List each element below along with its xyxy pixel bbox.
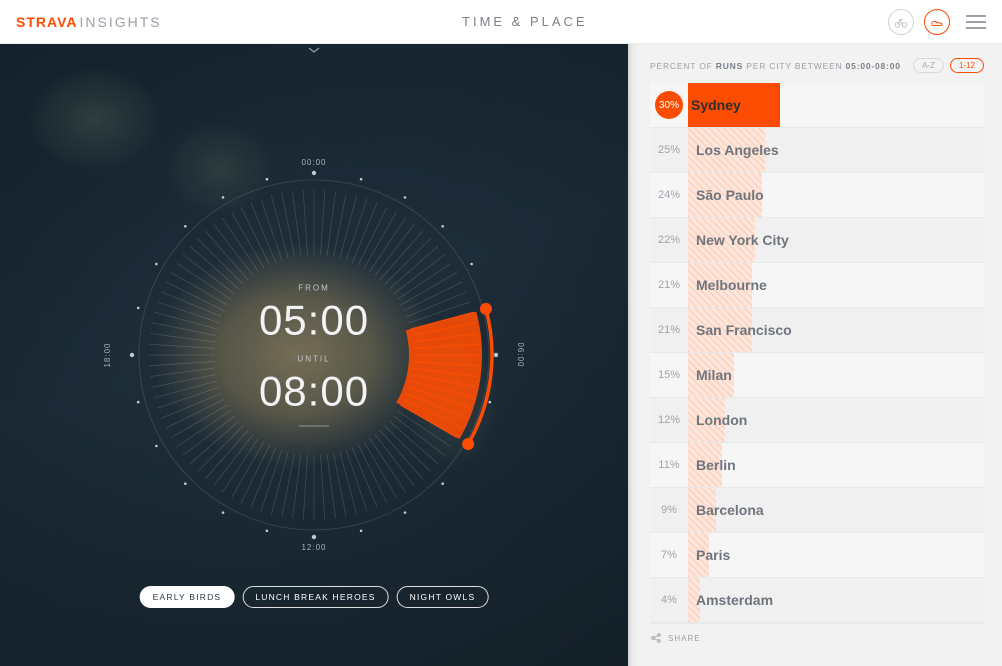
city-row[interactable]: 15% Milan (650, 353, 984, 398)
city-name: Sydney (691, 97, 741, 113)
city-percent: 21% (650, 279, 688, 291)
pill-early-birds[interactable]: EARLY BIRDS (140, 586, 235, 608)
city-percent: 21% (650, 324, 688, 336)
city-name: Los Angeles (696, 142, 779, 158)
sort-rank-button[interactable]: 1-12 (950, 58, 984, 73)
city-name: Milan (696, 367, 732, 383)
city-name: San Francisco (696, 322, 792, 338)
city-name: Amsterdam (696, 592, 773, 608)
center-divider (299, 426, 329, 427)
city-row[interactable]: 11% Berlin (650, 443, 984, 488)
city-name: Berlin (696, 457, 736, 473)
city-row[interactable]: 9% Barcelona (650, 488, 984, 533)
city-percent: 22% (650, 234, 688, 246)
city-row[interactable]: 24% São Paulo (650, 173, 984, 218)
time-dial[interactable]: 00:00 06:00 12:00 18:00 FROM 05:00 UNTIL… (119, 160, 509, 550)
share-button[interactable]: SHARE (650, 623, 984, 652)
panel-heading: PERCENT OF RUNS PER CITY BETWEEN 05:00-0… (650, 61, 901, 71)
chevron-down-icon (307, 46, 321, 54)
logo[interactable]: STRAVA INSIGHTS (16, 14, 162, 30)
city-row[interactable]: 21% San Francisco (650, 308, 984, 353)
city-percent: 11% (650, 459, 688, 471)
city-row[interactable]: 30% Sydney (650, 83, 984, 128)
city-name: New York City (696, 232, 789, 248)
from-label: FROM (259, 284, 369, 293)
city-list: 30% Sydney 25% Los Angeles 24% São Paulo 22% Ne… (650, 83, 984, 623)
menu-bar-icon (966, 15, 986, 17)
mode-running-button[interactable] (924, 9, 950, 35)
tick-00: 00:00 (301, 158, 326, 167)
city-name: Barcelona (696, 502, 764, 518)
tick-06: 06:00 (516, 342, 525, 367)
city-percent: 9% (650, 504, 688, 516)
city-name: London (696, 412, 747, 428)
city-row[interactable]: 4% Amsterdam (650, 578, 984, 623)
city-row[interactable]: 7% Paris (650, 533, 984, 578)
panel-header: PERCENT OF RUNS PER CITY BETWEEN 05:00-0… (650, 58, 984, 73)
city-percent: 12% (650, 414, 688, 426)
bike-icon (894, 15, 908, 29)
share-label: SHARE (668, 634, 701, 643)
mode-cycling-button[interactable] (888, 9, 914, 35)
city-row[interactable]: 21% Melbourne (650, 263, 984, 308)
logo-brand: STRAVA (16, 14, 77, 30)
tick-18: 18:00 (103, 342, 112, 367)
city-row[interactable]: 25% Los Angeles (650, 128, 984, 173)
app-header: STRAVA INSIGHTS TIME & PLACE (0, 0, 1002, 44)
pill-lunch-heroes[interactable]: LUNCH BREAK HEROES (242, 586, 388, 608)
city-row[interactable]: 12% London (650, 398, 984, 443)
city-percent: 15% (650, 369, 688, 381)
city-percent: 4% (650, 594, 688, 606)
city-percent: 25% (650, 144, 688, 156)
city-name: São Paulo (696, 187, 764, 203)
city-row[interactable]: 22% New York City (650, 218, 984, 263)
city-name: Paris (696, 547, 730, 563)
header-controls (888, 9, 986, 35)
city-percent: 7% (650, 549, 688, 561)
logo-sub: INSIGHTS (79, 14, 161, 30)
share-icon (650, 632, 662, 644)
city-percent: 30% (655, 91, 683, 119)
menu-button[interactable] (966, 15, 986, 29)
main-content: 00:00 06:00 12:00 18:00 FROM 05:00 UNTIL… (0, 44, 1002, 666)
until-label: UNTIL (259, 355, 369, 364)
tick-12: 12:00 (301, 543, 326, 552)
sort-az-button[interactable]: A-Z (913, 58, 944, 73)
preset-pills: EARLY BIRDS LUNCH BREAK HEROES NIGHT OWL… (140, 586, 489, 608)
sort-buttons: A-Z 1-12 (913, 58, 984, 73)
from-time: 05:00 (259, 297, 369, 345)
until-time: 08:00 (259, 368, 369, 416)
map-panel: 00:00 06:00 12:00 18:00 FROM 05:00 UNTIL… (0, 44, 628, 666)
city-name: Melbourne (696, 277, 767, 293)
dial-center-readout: FROM 05:00 UNTIL 08:00 (259, 284, 369, 427)
page-title: TIME & PLACE (462, 14, 588, 29)
ranking-panel: PERCENT OF RUNS PER CITY BETWEEN 05:00-0… (628, 44, 1002, 666)
city-percent: 24% (650, 189, 688, 201)
shoe-icon (930, 15, 944, 29)
pill-night-owls[interactable]: NIGHT OWLS (397, 586, 489, 608)
